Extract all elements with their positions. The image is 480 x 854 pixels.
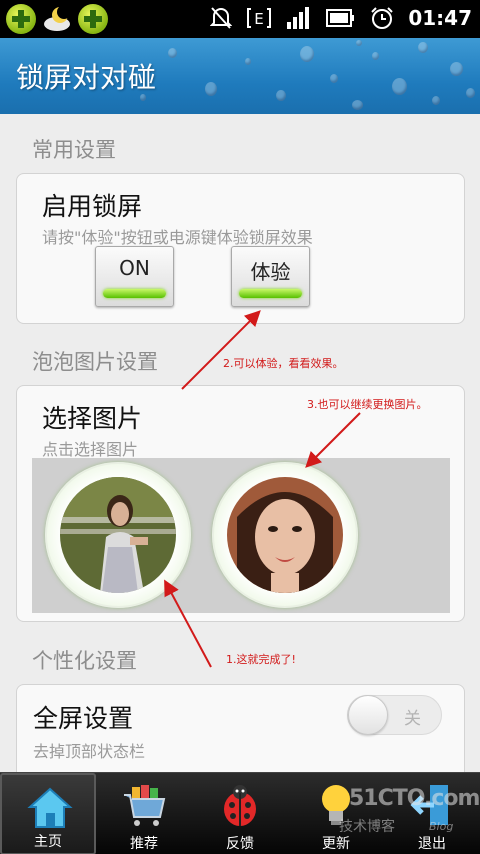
watermark: 51CTO.com 技术博客 Blog xyxy=(325,786,480,842)
home-icon xyxy=(27,787,73,828)
section-title-bubble: 泡泡图片设置 xyxy=(32,350,158,374)
alarm-icon xyxy=(371,7,394,29)
photo-woman-portrait xyxy=(227,477,343,593)
clock: 01:47 xyxy=(408,6,472,30)
nav-feedback-label: 反馈 xyxy=(226,836,254,852)
nav-feedback[interactable]: 反馈 xyxy=(192,773,288,854)
on-indicator xyxy=(103,289,166,298)
lock-screen-title: 启用锁屏 xyxy=(42,192,143,221)
photo-woman-seated xyxy=(60,477,176,593)
page-title: 锁屏对对碰 xyxy=(16,61,157,94)
bubble-photo-strip xyxy=(32,458,450,613)
section-title-personal: 个性化设置 xyxy=(32,649,137,673)
section-title-common: 常用设置 xyxy=(32,138,116,162)
app-plus-icon xyxy=(6,4,36,34)
watermark-blog: Blog xyxy=(429,820,454,833)
try-indicator xyxy=(239,289,302,298)
fullscreen-subtitle: 去掉顶部状态栏 xyxy=(33,742,146,761)
system-icons: E 01:47 xyxy=(210,6,472,30)
bubble-photo-1[interactable] xyxy=(45,462,191,608)
picture-title: 选择图片 xyxy=(42,404,143,433)
mute-icon xyxy=(210,7,233,29)
bubble-photo-2[interactable] xyxy=(212,462,358,608)
picture-subtitle: 点击选择图片 xyxy=(42,440,139,459)
fullscreen-title: 全屏设置 xyxy=(33,704,134,733)
weather-moon-icon xyxy=(42,4,72,34)
network-type-icon: E xyxy=(247,8,272,28)
app-header: 锁屏对对碰 xyxy=(0,38,480,114)
try-button[interactable]: 体验 xyxy=(231,246,310,307)
nav-home[interactable]: 主页 xyxy=(0,773,96,854)
signal-icon xyxy=(287,7,310,29)
nav-recommend[interactable]: 推荐 xyxy=(96,773,192,854)
annotation-note-2: 2.可以体验，看看效果。 xyxy=(223,357,344,370)
annotation-note-3: 3.也可以继续更换图片。 xyxy=(307,398,428,411)
status-bar: E 01:47 xyxy=(0,0,480,38)
arrow-to-try-button xyxy=(181,310,261,390)
picture-card: 选择图片 点击选择图片 xyxy=(16,385,465,622)
lock-screen-card: 启用锁屏 请按"体验"按钮或电源键体验锁屏效果 ON 体验 xyxy=(16,173,465,324)
ladybug-icon xyxy=(224,785,256,826)
nav-recommend-label: 推荐 xyxy=(130,836,158,852)
toggle-knob xyxy=(348,695,388,735)
annotation-note-1: 1.这就完成了! xyxy=(226,653,296,666)
app-plus-icon xyxy=(78,4,108,34)
toggle-label: 关 xyxy=(404,709,421,729)
cart-icon xyxy=(124,785,166,826)
fullscreen-toggle[interactable]: 关 xyxy=(347,695,442,735)
on-button[interactable]: ON xyxy=(95,246,174,307)
watermark-site: 51CTO.com xyxy=(349,786,480,811)
lock-screen-subtitle: 请按"体验"按钮或电源键体验锁屏效果 xyxy=(42,228,313,247)
watermark-tagline: 技术博客 xyxy=(339,819,395,835)
try-button-label: 体验 xyxy=(250,260,291,284)
on-button-label: ON xyxy=(119,256,150,280)
nav-home-label: 主页 xyxy=(34,834,62,850)
notification-icons xyxy=(6,4,108,34)
svg-text:E: E xyxy=(255,10,264,28)
battery-icon xyxy=(326,9,355,27)
